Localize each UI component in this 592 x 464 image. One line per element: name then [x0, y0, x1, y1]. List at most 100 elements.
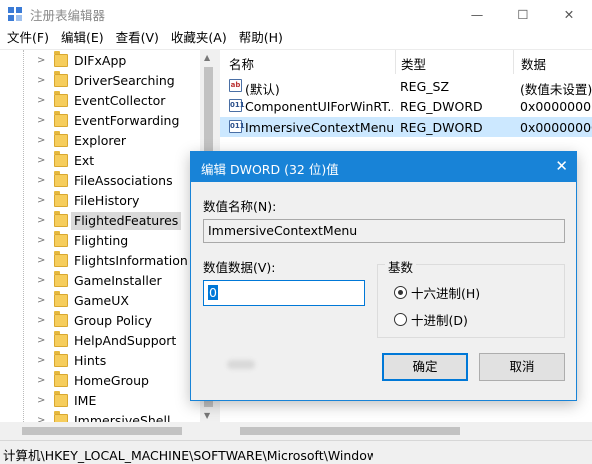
binary-value-icon: 011: [229, 120, 245, 133]
registry-tree[interactable]: > DIFxApp > DriverSearching > EventCollecto…: [0, 49, 217, 440]
tree-item-label: Hints: [74, 353, 107, 368]
expand-arrow-icon[interactable]: >: [37, 55, 45, 66]
radio-dec[interactable]: 十进制(D): [394, 310, 468, 328]
value-data: 0x00000000: [520, 120, 592, 135]
expand-arrow-icon[interactable]: >: [37, 175, 45, 186]
value-data-input[interactable]: 0: [203, 280, 365, 306]
expand-arrow-icon[interactable]: >: [37, 155, 45, 166]
column-separator[interactable]: [513, 50, 514, 74]
tree-item-label: GameUX: [74, 293, 129, 308]
menu-view[interactable]: 查看(V): [110, 28, 165, 48]
expand-arrow-icon[interactable]: >: [37, 95, 45, 106]
expand-arrow-icon[interactable]: >: [37, 375, 45, 386]
menu-favorites[interactable]: 收藏夹(A): [165, 28, 233, 48]
column-separator[interactable]: [395, 50, 396, 74]
expand-arrow-icon[interactable]: >: [37, 75, 45, 86]
scroll-up-icon[interactable]: ▲: [204, 53, 210, 62]
list-row-selected[interactable]: 011 ImmersiveContextMenu REG_DWORD 0x000…: [220, 117, 592, 137]
column-header-name[interactable]: 名称: [229, 54, 254, 73]
value-type: REG_DWORD: [400, 120, 483, 135]
tree-item[interactable]: > HelpAndSupport: [0, 331, 200, 351]
expand-arrow-icon[interactable]: >: [37, 395, 45, 406]
expand-arrow-icon[interactable]: >: [37, 235, 45, 246]
tree-item[interactable]: > FileAssociations: [0, 171, 200, 191]
tree-item-selected[interactable]: > FlightedFeatures: [0, 211, 200, 231]
folder-icon: [54, 151, 68, 167]
tree-item[interactable]: > Hints: [0, 351, 200, 371]
tree-item[interactable]: > Flighting: [0, 231, 200, 251]
expand-arrow-icon[interactable]: >: [37, 215, 45, 226]
tree-item-label: EventForwarding: [74, 113, 180, 128]
menu-file[interactable]: 文件(F): [0, 28, 55, 48]
expand-arrow-icon[interactable]: >: [37, 355, 45, 366]
tree-item[interactable]: > EventCollector: [0, 91, 200, 111]
scroll-thumb[interactable]: [240, 427, 460, 435]
list-header: 名称 类型 数据: [220, 50, 592, 74]
tree-item[interactable]: > GameInstaller: [0, 271, 200, 291]
expand-arrow-icon[interactable]: >: [37, 115, 45, 126]
minimize-icon: —: [470, 6, 484, 22]
dialog-title: 编辑 DWORD (32 位)值: [201, 162, 339, 177]
tree-item[interactable]: > HomeGroup: [0, 371, 200, 391]
dialog-title-bar[interactable]: 编辑 DWORD (32 位)值 ✕: [191, 152, 576, 182]
tree-item[interactable]: > GameUX: [0, 291, 200, 311]
edit-dword-dialog: 编辑 DWORD (32 位)值 ✕ 数值名称(N): ImmersiveCon…: [190, 151, 577, 401]
tree-item[interactable]: > Ext: [0, 151, 200, 171]
value-data-label: 数值数据(V):: [203, 260, 276, 275]
folder-icon: [54, 211, 68, 227]
folder-icon: [54, 71, 68, 87]
blurred-watermark: [227, 360, 255, 369]
tree-item[interactable]: > Group Policy: [0, 311, 200, 331]
column-header-data[interactable]: 数据: [521, 54, 546, 73]
scroll-thumb[interactable]: [22, 427, 182, 435]
tree-horizontal-scrollbar[interactable]: [0, 422, 217, 440]
menu-edit[interactable]: 编辑(E): [55, 28, 110, 48]
expand-arrow-icon[interactable]: >: [37, 315, 45, 326]
folder-icon: [54, 271, 68, 287]
menu-bar: 文件(F) 编辑(E) 查看(V) 收藏夹(A) 帮助(H): [0, 28, 592, 48]
folder-icon: [54, 191, 68, 207]
value-data: 0x00000001: [520, 99, 592, 114]
tree-item[interactable]: > FileHistory: [0, 191, 200, 211]
tree-item[interactable]: > Explorer: [0, 131, 200, 151]
menu-help[interactable]: 帮助(H): [233, 28, 289, 48]
folder-icon: [54, 131, 68, 147]
tree-item-label: HomeGroup: [74, 373, 149, 388]
radio-checked-icon[interactable]: [394, 285, 407, 299]
expand-arrow-icon[interactable]: >: [37, 255, 45, 266]
tree-item[interactable]: > FlightsInformation: [0, 251, 200, 271]
minimize-button[interactable]: —: [454, 0, 500, 28]
list-horizontal-scrollbar[interactable]: [220, 422, 592, 440]
column-header-type[interactable]: 类型: [401, 54, 426, 73]
value-name-field: ImmersiveContextMenu: [203, 219, 565, 243]
tree-item-label: IME: [74, 393, 97, 408]
tree-item-label: FileHistory: [74, 193, 140, 208]
expand-arrow-icon[interactable]: >: [37, 135, 45, 146]
ok-button[interactable]: 确定: [382, 353, 468, 381]
expand-arrow-icon[interactable]: >: [37, 195, 45, 206]
folder-icon: [54, 291, 68, 307]
cancel-button[interactable]: 取消: [479, 353, 565, 381]
expand-arrow-icon[interactable]: >: [37, 295, 45, 306]
expand-arrow-icon[interactable]: >: [37, 275, 45, 286]
close-button[interactable]: ✕: [546, 0, 592, 28]
folder-icon: [54, 351, 68, 367]
tree-item[interactable]: > DIFxApp: [0, 51, 200, 71]
value-data-text: 0: [208, 285, 218, 300]
expand-arrow-icon[interactable]: >: [37, 335, 45, 346]
tree-item[interactable]: > EventForwarding: [0, 111, 200, 131]
maximize-button[interactable]: ☐: [500, 0, 546, 28]
list-row[interactable]: 011 ComponentUIForWinRT... REG_DWORD 0x0…: [220, 96, 592, 116]
dialog-close-icon[interactable]: ✕: [555, 157, 568, 175]
scroll-down-icon[interactable]: ▼: [204, 411, 210, 420]
regedit-app-icon: [8, 7, 22, 21]
radio-unchecked-icon[interactable]: [394, 312, 407, 326]
status-bar: 计算机\HKEY_LOCAL_MACHINE\SOFTWARE\Microsof…: [0, 440, 592, 464]
folder-icon: [54, 51, 68, 67]
radio-hex[interactable]: 十六进制(H): [394, 283, 480, 301]
tree-item[interactable]: > IME: [0, 391, 200, 411]
tree-item-label: DIFxApp: [74, 53, 127, 68]
tree-item[interactable]: > DriverSearching: [0, 71, 200, 91]
list-row[interactable]: ab (默认) REG_SZ (数值未设置): [220, 76, 592, 97]
folder-icon: [54, 91, 68, 107]
